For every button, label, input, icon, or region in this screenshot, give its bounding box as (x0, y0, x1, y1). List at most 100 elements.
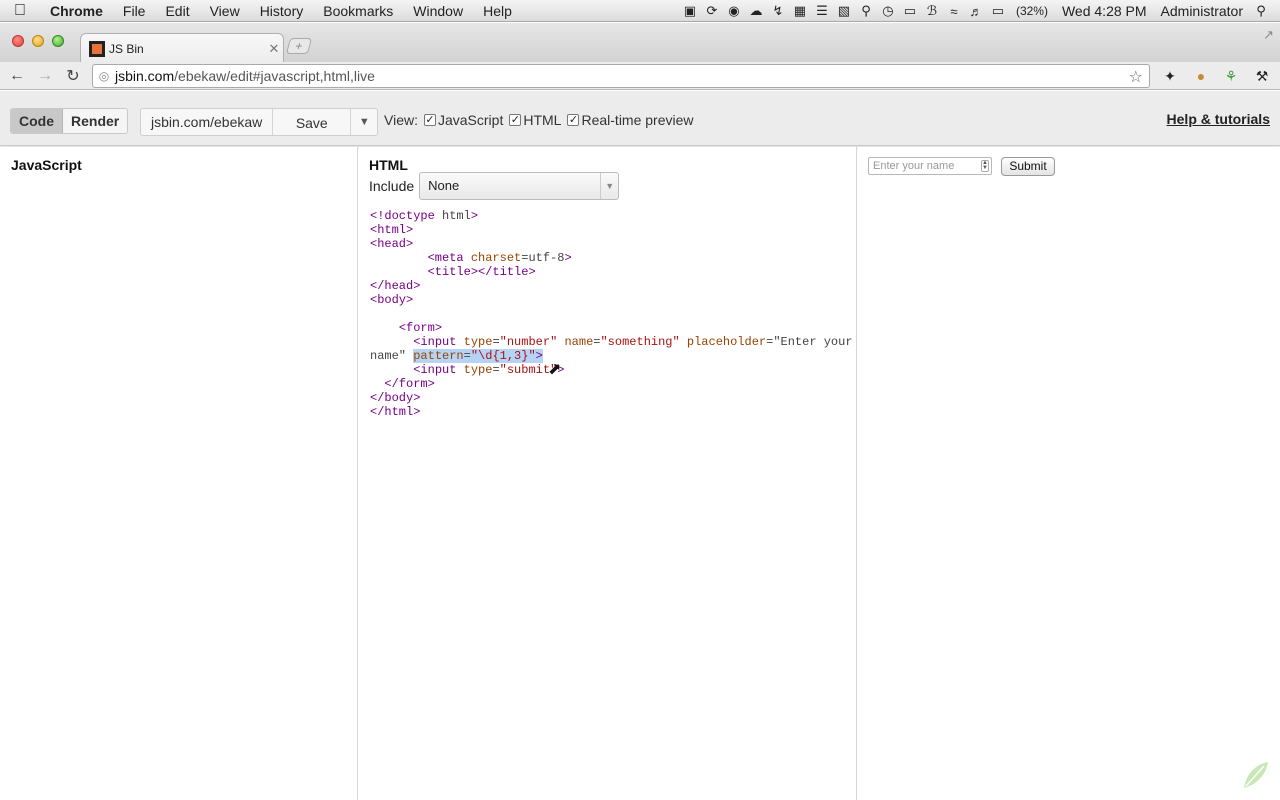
wifi-icon[interactable]: ≈ (943, 0, 965, 22)
cloud-icon[interactable]: ☁ (745, 0, 767, 22)
mac-menubar:  Chrome File Edit View History Bookmark… (0, 0, 1280, 22)
bin-url-link[interactable]: jsbin.com/ebekaw (141, 109, 274, 135)
code-line[interactable] (370, 307, 850, 321)
forward-arrow-icon[interactable]: → (34, 65, 56, 87)
view-javascript-toggle[interactable]: ✓ JavaScript (423, 112, 503, 128)
extension-tools-icon[interactable]: ✦ (1160, 66, 1180, 86)
url-path: /ebekaw/edit#javascript,html,live (174, 68, 375, 84)
tab-close-icon[interactable]: ✕ (265, 41, 283, 57)
window-close-button[interactable] (12, 35, 24, 47)
code-line[interactable]: <body> (370, 293, 850, 307)
time-machine-icon[interactable]: ◷ (877, 0, 899, 22)
code-line[interactable]: </body> (370, 391, 850, 405)
spotlight-search-icon[interactable]: ⚲ (1250, 0, 1272, 22)
code-line[interactable]: name" pattern="\d{1,3}"> (370, 349, 850, 363)
code-line[interactable]: <title></title> (370, 265, 850, 279)
code-line[interactable]: </head> (370, 279, 850, 293)
include-row: Include None ▼ (369, 172, 620, 200)
live-number-input[interactable]: Enter your name ▲ ▼ (868, 157, 992, 175)
menu-help[interactable]: Help (473, 3, 522, 19)
sprout-extension-icon[interactable]: ⚘ (1221, 66, 1241, 86)
bin-url-group: jsbin.com/ebekaw Save ▼ (140, 108, 379, 136)
code-line[interactable]: <form> (370, 321, 850, 335)
reload-icon[interactable]: ↻ (62, 65, 84, 87)
wrench-menu-icon[interactable]: ⚒ (1252, 66, 1272, 86)
view-realtime-label: Real-time preview (581, 112, 694, 128)
checkbox-checked-icon[interactable]: ✓ (509, 114, 522, 126)
code-button[interactable]: Code (11, 109, 63, 133)
help-tutorials-link[interactable]: Help & tutorials (1167, 111, 1270, 127)
javascript-panel-title: JavaScript (11, 157, 82, 173)
code-line[interactable]: <input type="submit"> (370, 363, 850, 377)
tab-title: JS Bin (109, 41, 144, 56)
menu-view[interactable]: View (200, 3, 250, 19)
jsbin-control-bar: Code Render jsbin.com/ebekaw Save ▼ View… (0, 91, 1280, 146)
clock[interactable]: Wed 4:28 PM (1055, 3, 1154, 19)
page-info-icon[interactable]: ◎ (93, 69, 115, 83)
display-icon[interactable]: ▭ (899, 0, 921, 22)
code-line[interactable]: <meta charset=utf-8> (370, 251, 850, 265)
html-code-editor[interactable]: <!doctype html> <html> <head> <meta charse… (370, 209, 853, 419)
list-icon[interactable]: ☰ (811, 0, 833, 22)
save-options-dropdown-icon[interactable]: ▼ (351, 109, 377, 135)
status-area: ▣ ⟳ ◉ ☁ ↯ ▦ ☰ ▧ ⚲ ◷ ▭ ℬ ≈ ♬ ▭ (32%) Wed … (679, 0, 1280, 22)
menu-file[interactable]: File (113, 3, 156, 19)
code-line[interactable]: <head> (370, 237, 850, 251)
include-label: Include (369, 178, 415, 194)
camera-icon[interactable]: ▣ (679, 0, 701, 22)
mouse-pointer-icon: ⬈ (548, 361, 562, 378)
render-button[interactable]: Render (63, 109, 128, 133)
apple-menu-icon[interactable]:  (0, 2, 40, 20)
url-host: jsbin.com (115, 68, 175, 84)
live-preview-panel: Enter your name ▲ ▼ Submit (858, 147, 1280, 800)
menu-edit[interactable]: Edit (155, 3, 199, 19)
live-input-placeholder: Enter your name (873, 160, 955, 172)
address-bar[interactable]: ◎ jsbin.com/ebekaw/edit#javascript,html,… (92, 64, 1150, 88)
code-render-switch: Code Render (10, 108, 129, 134)
number-spinner-icon[interactable]: ▲ ▼ (981, 160, 989, 172)
window-zoom-button[interactable] (52, 35, 64, 47)
lightning-icon[interactable]: ↯ (767, 0, 789, 22)
bookmark-star-icon[interactable]: ☆ (1129, 67, 1143, 87)
checkbox-checked-icon[interactable]: ✓ (423, 114, 436, 126)
code-line[interactable]: <html> (370, 223, 850, 237)
html-panel-title: HTML (369, 157, 408, 173)
browser-toolbar: ← → ↻ ◎ jsbin.com/ebekaw/edit#javascript… (0, 62, 1280, 90)
menu-app-chrome[interactable]: Chrome (40, 3, 113, 19)
code-line[interactable]: </html> (370, 405, 850, 419)
checkbox-checked-icon[interactable]: ✓ (567, 114, 580, 126)
view-label: View: (384, 112, 418, 128)
menu-window[interactable]: Window (403, 3, 473, 19)
volume-icon[interactable]: ♬ (965, 0, 987, 22)
view-html-toggle[interactable]: ✓ HTML (509, 112, 561, 128)
battery-icon[interactable]: ▭ (987, 0, 1009, 22)
cookie-extension-icon[interactable]: ● (1191, 66, 1211, 86)
menu-history[interactable]: History (250, 3, 314, 19)
battery-percent: (32%) (1015, 4, 1048, 18)
gamepad-icon[interactable]: ▧ (833, 0, 855, 22)
bluetooth-icon[interactable]: ℬ (921, 0, 943, 22)
live-submit-button[interactable]: Submit (1001, 157, 1055, 176)
javascript-panel[interactable]: JavaScript (0, 147, 358, 800)
fullscreen-icon[interactable]: ↗ (1263, 27, 1274, 43)
tag-icon[interactable]: ⚲ (855, 0, 877, 22)
select-arrow-icon: ▼ (600, 173, 618, 199)
app-badge-icon[interactable]: ◉ (723, 0, 745, 22)
code-line[interactable]: </form> (370, 377, 850, 391)
save-button[interactable]: Save (273, 109, 352, 135)
calendar-icon[interactable]: ▦ (789, 0, 811, 22)
include-select[interactable]: None ▼ (419, 172, 620, 200)
window-minimize-button[interactable] (32, 35, 44, 47)
back-arrow-icon[interactable]: ← (6, 65, 28, 87)
html-panel[interactable]: HTML Include None ▼ <!doctype html> <html… (359, 147, 857, 800)
code-line[interactable]: <!doctype html> (370, 209, 850, 223)
user-menu[interactable]: Administrator (1154, 3, 1250, 19)
browser-tab[interactable]: JS Bin ✕ (80, 33, 284, 63)
watermark-leaf-icon (1244, 762, 1268, 788)
view-options: View: ✓ JavaScript ✓ HTML ✓ Real-time previ… (384, 112, 694, 128)
sync-icon[interactable]: ⟳ (701, 0, 723, 22)
view-realtime-toggle[interactable]: ✓ Real-time preview (567, 112, 694, 128)
code-line[interactable]: <input type="number" name="something" pl… (370, 335, 852, 349)
include-select-value: None (428, 178, 460, 193)
menu-bookmarks[interactable]: Bookmarks (313, 3, 403, 19)
